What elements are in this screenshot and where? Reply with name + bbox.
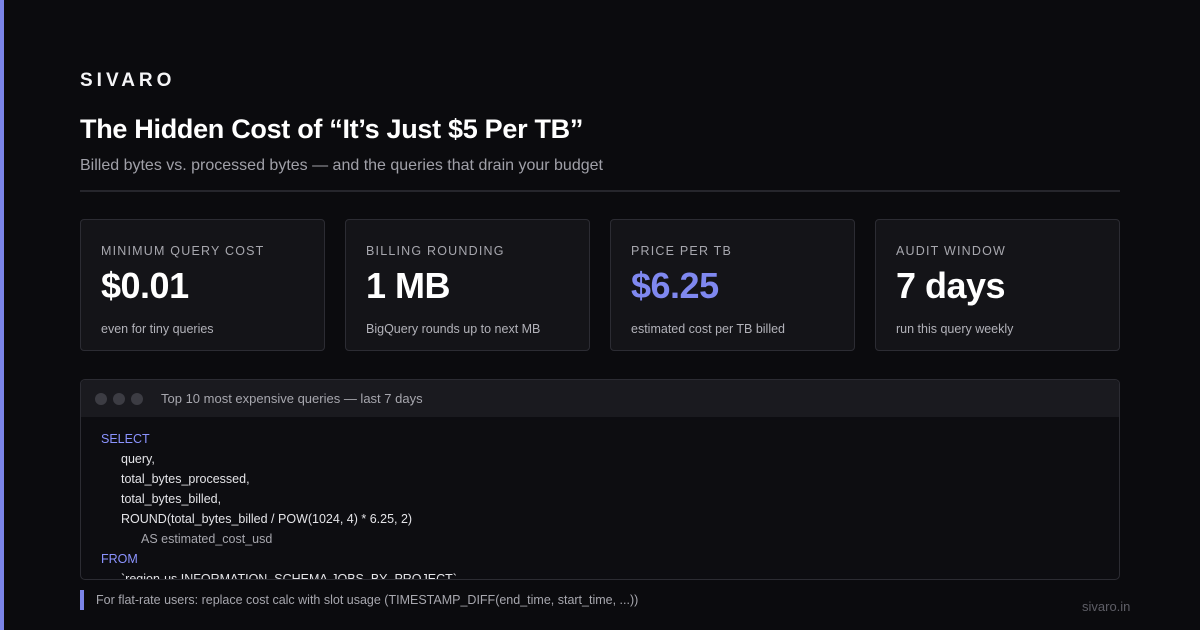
window-dot-icon — [131, 392, 143, 405]
stat-label: BILLING ROUNDING — [366, 244, 505, 258]
stat-label: MINIMUM QUERY COST — [101, 244, 265, 258]
footer-url: sivaro.in — [1082, 599, 1131, 614]
code-block: SELECT query, total_bytes_processed, tot… — [81, 417, 1119, 580]
stat-value: $6.25 — [631, 265, 719, 306]
stat-value: 1 MB — [366, 265, 451, 306]
stat-card-audit-window: AUDIT WINDOW 7 days run this query weekl… — [875, 219, 1120, 351]
footnote-accent-bar — [80, 590, 84, 610]
page-title: The Hidden Cost of “It’s Just $5 Per TB” — [80, 114, 584, 144]
footnote-text: For flat-rate users: replace cost calc w… — [96, 593, 639, 607]
code-line: AS estimated_cost_usd — [141, 532, 273, 546]
stat-caption: BigQuery rounds up to next MB — [366, 322, 541, 336]
stat-value: 7 days — [896, 265, 1006, 306]
page-subtitle: Billed bytes vs. processed bytes — and t… — [80, 157, 603, 174]
stat-card-minimum-cost: MINIMUM QUERY COST $0.01 even for tiny q… — [80, 219, 325, 351]
stat-value: $0.01 — [101, 265, 189, 306]
stat-label: AUDIT WINDOW — [896, 244, 1006, 258]
code-line: query, — [121, 452, 155, 466]
stat-caption: even for tiny queries — [101, 322, 214, 336]
code-window: Top 10 most expensive queries — last 7 d… — [80, 379, 1120, 580]
left-accent-bar — [0, 0, 4, 630]
code-window-title: Top 10 most expensive queries — last 7 d… — [161, 391, 423, 406]
stat-cards: MINIMUM QUERY COST $0.01 even for tiny q… — [80, 219, 1120, 351]
code-line: FROM — [101, 552, 138, 566]
stat-card-billing-rounding: BILLING ROUNDING 1 MB BigQuery rounds up… — [345, 219, 590, 351]
code-line: `region-us.INFORMATION_SCHEMA.JOBS_BY_PR… — [121, 572, 457, 580]
window-dot-icon — [95, 392, 107, 405]
stat-caption: estimated cost per TB billed — [631, 322, 786, 336]
window-dot-icon — [113, 392, 125, 405]
code-line: total_bytes_billed, — [121, 492, 222, 506]
code-line: ROUND(total_bytes_billed / POW(1024, 4) … — [121, 512, 413, 526]
footnote: For flat-rate users: replace cost calc w… — [80, 590, 638, 610]
stat-label: PRICE PER TB — [631, 244, 732, 258]
stat-caption: run this query weekly — [896, 322, 1014, 336]
header-divider — [80, 190, 1120, 192]
code-line: SELECT — [101, 432, 150, 446]
stat-card-price-per-tb: PRICE PER TB $6.25 estimated cost per TB… — [610, 219, 855, 351]
code-window-titlebar: Top 10 most expensive queries — last 7 d… — [81, 380, 1119, 417]
code-line: total_bytes_processed, — [121, 472, 250, 486]
brand-logo: SIVARO — [80, 70, 176, 91]
